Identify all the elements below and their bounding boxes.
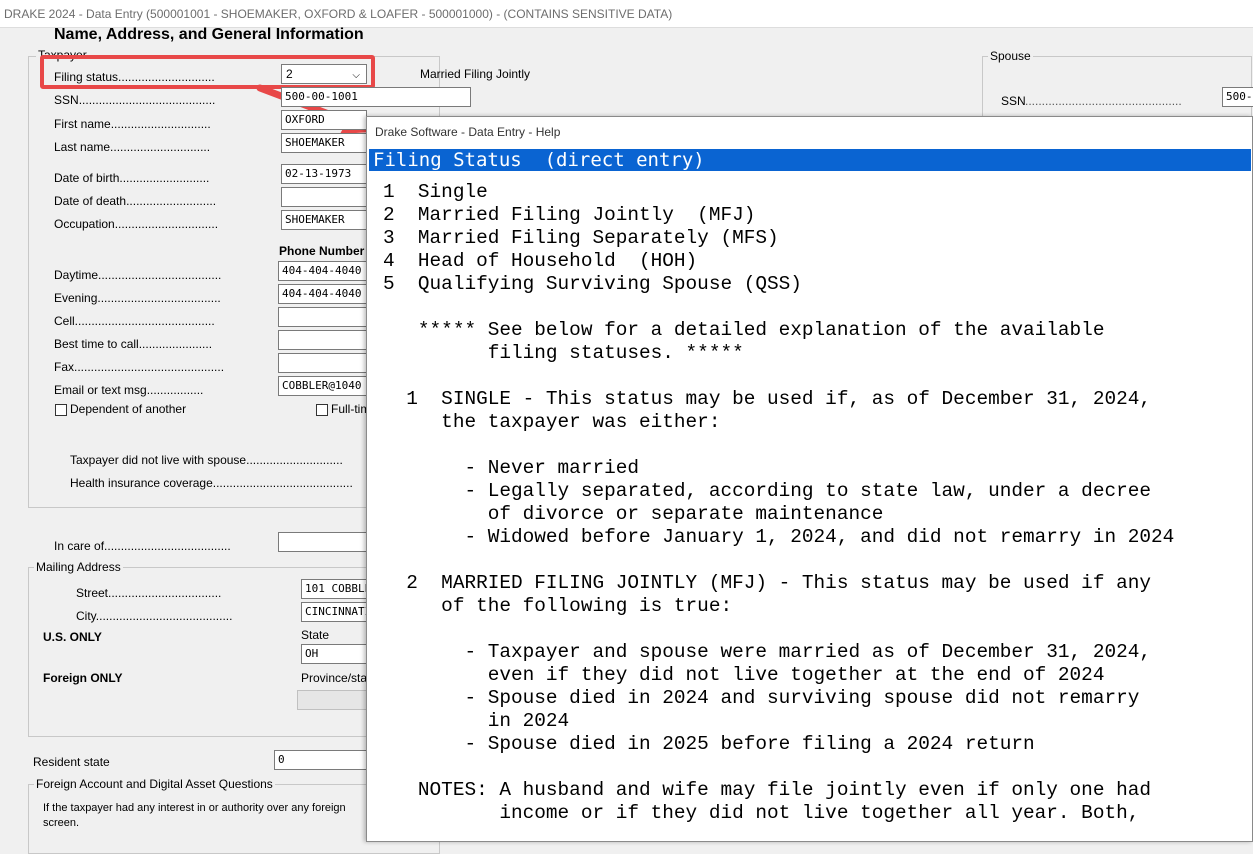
form-title: Name, Address, and General Information [54,26,364,43]
foreign-account-label: Foreign Account and Digital Asset Questi… [34,777,275,791]
dob-label: Date of birth........................... [54,171,210,185]
last-name-label: Last name.............................. [54,140,211,154]
dob-input[interactable]: 02-13-1973 [281,164,367,184]
us-only-label: U.S. ONLY [43,630,102,644]
dod-label: Date of death........................... [54,194,217,208]
filing-status-description: Married Filing Jointly [420,67,531,81]
occupation-input[interactable]: SHOEMAKER [281,210,367,230]
foreign-only-label: Foreign ONLY [43,671,123,685]
evening-input[interactable]: 404-404-4040 [278,284,367,304]
spouse-ssn-input[interactable]: 500-00-1000 [1222,87,1253,107]
email-label: Email or text msg................. [54,383,204,397]
state-input[interactable]: OH [301,644,367,664]
province-input[interactable] [297,690,367,710]
cell-input[interactable] [278,307,367,327]
fax-input[interactable] [278,353,367,373]
evening-label: Evening.................................… [54,291,221,305]
spouse-ssn-dots: ........................................… [1025,94,1182,108]
best-time-input[interactable] [278,330,367,350]
dependent-checkbox[interactable] [55,404,67,416]
city-label: City....................................… [76,609,233,623]
resident-state-label: Resident state [33,755,110,769]
cell-label: Cell....................................… [54,314,215,328]
foreign-account-text: If the taxpayer had any interest in or a… [43,802,346,814]
daytime-input[interactable]: 404-404-4040 [278,261,367,281]
mailing-address-label: Mailing Address [34,560,123,574]
in-care-of-input[interactable] [278,532,367,552]
ssn-input[interactable]: 500-00-1001 [281,87,471,107]
help-window-title: Drake Software - Data Entry - Help [367,117,1252,147]
street-label: Street.................................. [76,586,222,600]
help-heading: Filing Status (direct entry) [369,149,1251,171]
resident-state-input[interactable]: 0 [274,750,367,770]
foreign-account-text-2: screen. [43,817,80,829]
first-name-label: First name.............................. [54,117,211,131]
in-care-of-label: In care of..............................… [54,539,231,553]
email-input[interactable]: COBBLER@1040 [278,376,367,396]
spouse-group-label: Spouse [988,49,1033,63]
daytime-label: Daytime.................................… [54,268,222,282]
window-title: DRAKE 2024 - Data Entry (500001001 - SHO… [0,0,1253,28]
state-label: State [301,628,330,642]
occupation-label: Occupation..............................… [54,217,219,231]
best-time-label: Best time to call...................... [54,337,213,351]
first-name-input[interactable]: OXFORD [281,110,367,130]
help-body-text: 1 Single 2 Married Filing Jointly (MFJ) … [383,181,1175,824]
dod-input[interactable] [281,187,367,207]
street-input[interactable]: 101 COBBLER [301,579,367,599]
spouse-ssn-label: SSN [1001,94,1026,108]
ssn-label: SSN.....................................… [54,93,216,107]
fulltime-checkbox[interactable] [316,404,328,416]
health-insurance-label: Health insurance coverage...............… [70,476,353,490]
fax-label: Fax.....................................… [54,360,225,374]
city-input[interactable]: CINCINNATI [301,602,367,622]
dependent-label: Dependent of another [70,402,187,416]
last-name-input[interactable]: SHOEMAKER [281,133,367,153]
phone-number-header: Phone Number [279,244,365,258]
help-window[interactable]: Drake Software - Data Entry - Help Filin… [366,116,1253,842]
not-live-spouse-label: Taxpayer did not live with spouse.......… [70,453,343,467]
